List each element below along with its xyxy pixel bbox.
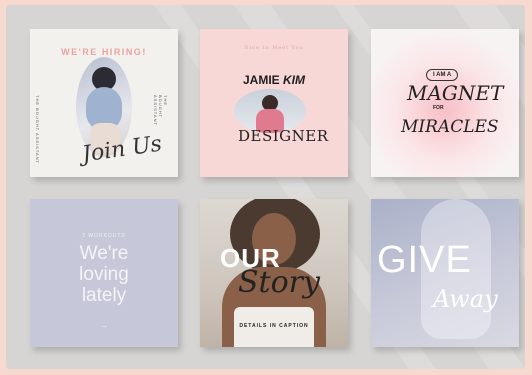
story-script: Story	[238, 265, 320, 300]
our-story-post-card[interactable]: OUR Story DETAILS IN CAPTION	[200, 199, 348, 347]
magnet-post-card[interactable]: I AM A MAGNET FOR MIRACLES	[371, 29, 519, 177]
hiring-heading: WE'RE HIRING!	[61, 47, 147, 57]
loving-lately-heading: We're loving lately	[30, 243, 178, 306]
heading-line-1: We're	[79, 243, 129, 264]
heading-line-2: loving	[79, 264, 129, 285]
loving-lately-post-card[interactable]: 3 WORKOUTS We're loving lately →	[30, 199, 178, 347]
give-away-post-card[interactable]: GIVE Away	[371, 199, 519, 347]
intro-text: Nice to Meet You	[244, 45, 304, 51]
designer-post-card[interactable]: Nice to Meet You JAMIE KIM DESIGNER	[200, 29, 348, 177]
for-text: FOR	[433, 105, 444, 111]
arrow-icon: →	[100, 321, 108, 330]
mockup-scene: WE'RE HIRING! THE BOUGHT ASSISTANT THE B…	[6, 5, 525, 369]
side-text-right: THE BOUGHT ASSISTANT	[153, 95, 168, 126]
give-text: GIVE	[377, 239, 472, 281]
workouts-label: 3 WORKOUTS	[82, 233, 126, 239]
heading-line-3: lately	[81, 285, 127, 306]
designer-name: JAMIE KIM	[200, 73, 348, 87]
designer-role: DESIGNER	[238, 127, 329, 145]
away-script: Away	[433, 285, 498, 313]
magnet-text: MAGNET	[407, 81, 504, 105]
hiring-post-card[interactable]: WE'RE HIRING! THE BOUGHT ASSISTANT THE B…	[30, 29, 178, 177]
first-name: JAMIE	[242, 73, 280, 87]
last-name: KIM	[283, 73, 306, 87]
i-am-a-badge: I AM A	[426, 69, 459, 81]
details-caption: DETAILS IN CAPTION	[239, 323, 309, 329]
side-text-left: THE BOUGHT ASSISTANT	[35, 95, 40, 164]
miracles-text: MIRACLES	[401, 117, 499, 137]
